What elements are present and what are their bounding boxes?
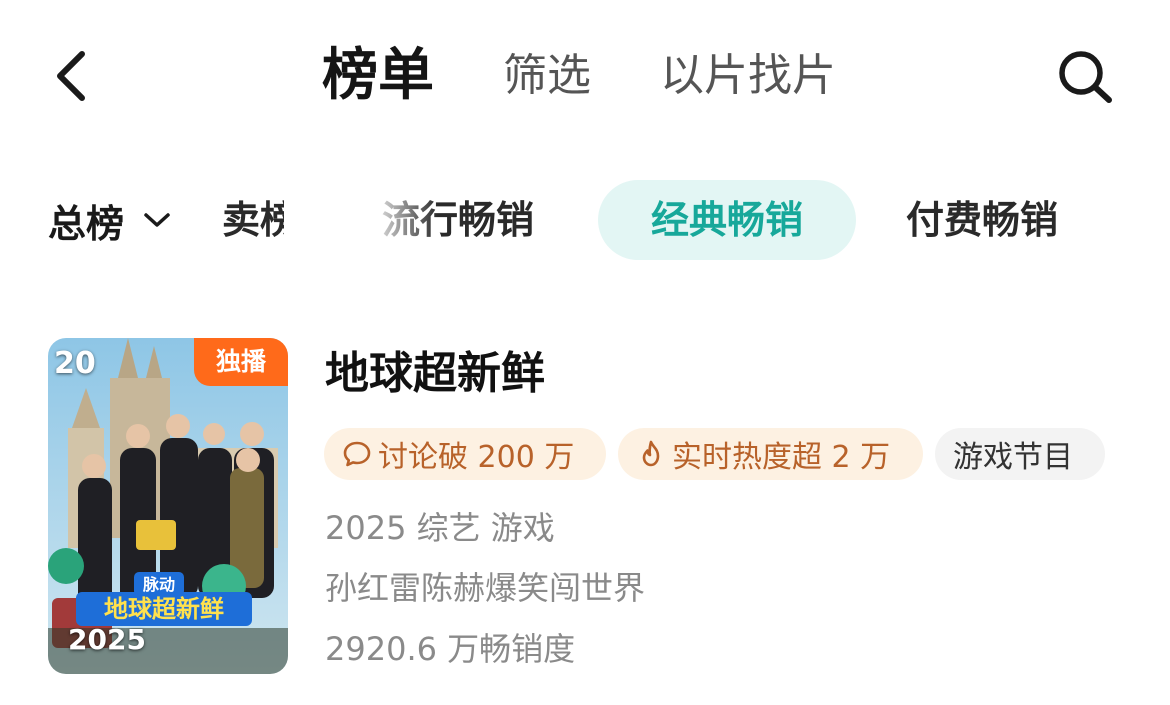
item-description: 孙红雷陈赫爆笑闯世界 <box>325 569 646 607</box>
poster-image[interactable]: 地球超新鲜 脉动 20 独播 2025 <box>48 338 288 674</box>
rank-type-label: 总榜 <box>48 201 125 246</box>
poster-year: 2025 <box>68 623 146 656</box>
tag-heat: 实时热度超 2 万 <box>618 428 923 480</box>
list-item[interactable]: 地球超新鲜 脉动 20 独播 2025 地球超新鲜 讨论破 200 万 实时热度… <box>0 330 1170 680</box>
tab-paid-sales[interactable]: 付费畅销 <box>906 192 1058 248</box>
tab-find-by-clip[interactable]: 以片找片 <box>660 40 836 112</box>
item-title: 地球超新鲜 <box>325 348 545 399</box>
tab-ranking[interactable]: 榜单 <box>322 40 434 112</box>
search-icon[interactable] <box>1054 48 1116 106</box>
tab-classic-sales[interactable]: 经典畅销 <box>598 180 856 260</box>
tab-filter[interactable]: 筛选 <box>503 40 591 112</box>
tag-discussion: 讨论破 200 万 <box>324 428 606 480</box>
tag-discussion-text: 讨论破 200 万 <box>378 440 575 475</box>
poster-logo-sub: 脉动 <box>142 575 175 594</box>
tag-heat-text: 实时热度超 2 万 <box>672 440 891 475</box>
item-meta: 2025 综艺 游戏 <box>325 509 555 547</box>
filter-row: 总榜 热卖榜 流行畅销 经典畅销 付费畅销 <box>0 172 1170 268</box>
poster-logo-text: 地球超新鲜 <box>104 595 224 623</box>
item-sales: 2920.6 万畅销度 <box>325 630 576 668</box>
exclusive-badge: 独播 <box>194 338 288 386</box>
chevron-down-icon <box>144 213 170 227</box>
rank-number: 20 <box>54 346 96 381</box>
top-bar: 榜单 筛选 以片找片 <box>0 0 1170 150</box>
rank-type-dropdown[interactable]: 总榜 <box>48 192 172 248</box>
tab-hot-sales[interactable]: 热卖榜 <box>222 192 284 248</box>
tab-popular-sales[interactable]: 流行畅销 <box>382 192 534 248</box>
comment-icon <box>343 441 371 467</box>
tag-genre-text: 游戏节目 <box>953 440 1073 475</box>
tag-genre: 游戏节目 <box>935 428 1105 480</box>
flame-icon <box>642 440 660 467</box>
chevron-left-icon[interactable] <box>48 48 98 104</box>
